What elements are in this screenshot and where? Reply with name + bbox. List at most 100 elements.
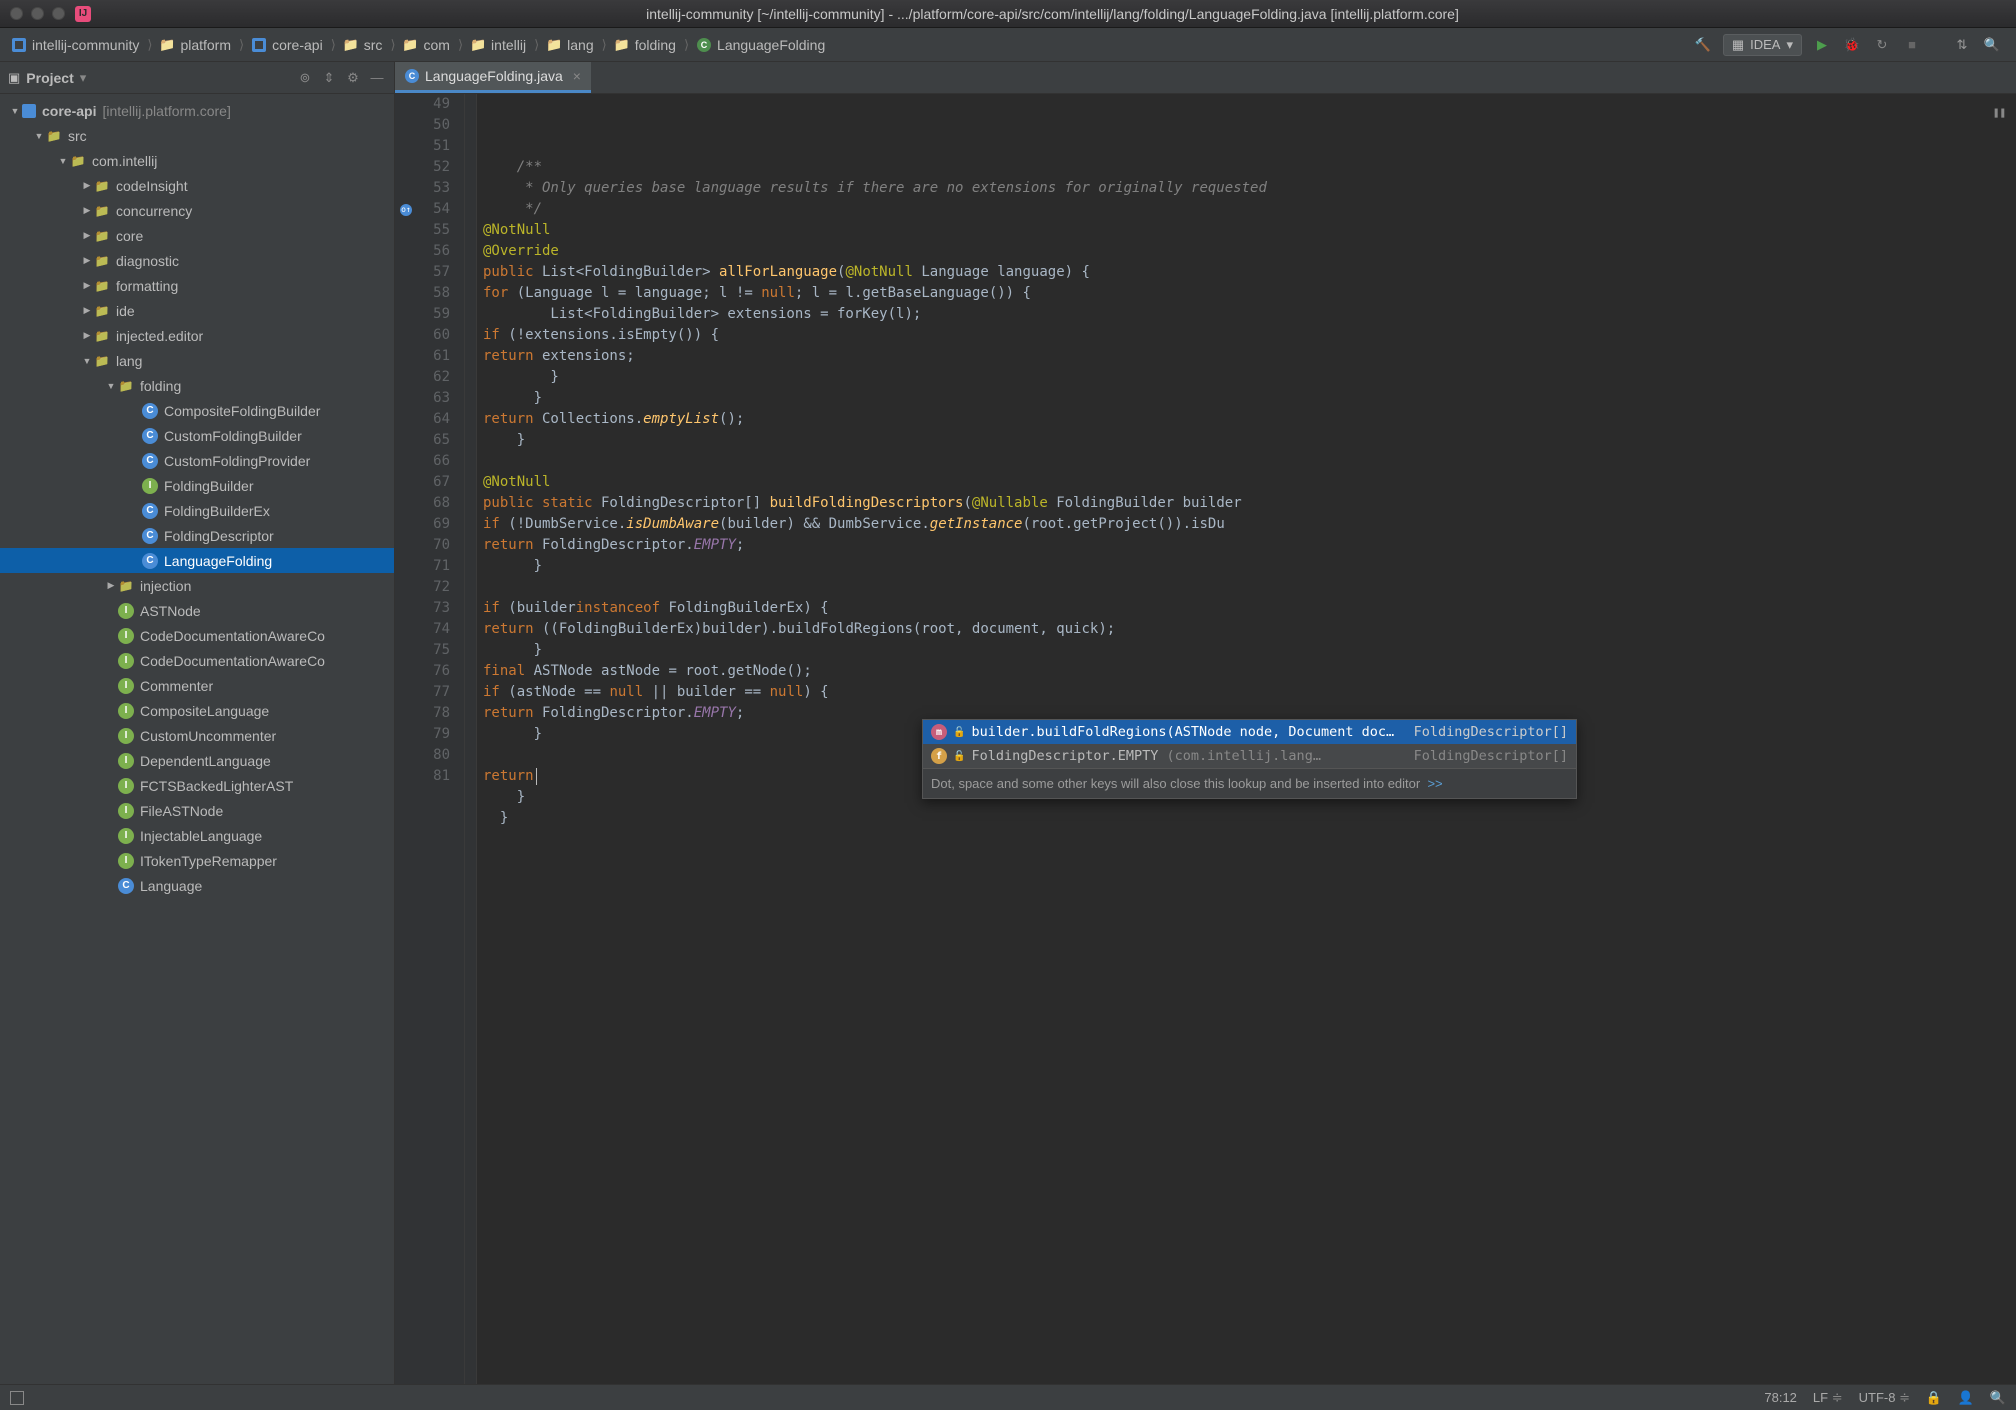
fold-mark[interactable] (465, 346, 476, 367)
fold-mark[interactable] (465, 115, 476, 136)
code-line[interactable]: } (483, 367, 2016, 388)
code-line[interactable]: */ (483, 199, 2016, 220)
locate-icon[interactable]: ⊚ (296, 69, 314, 87)
search-everywhere-button[interactable]: 🔍 (1982, 35, 2002, 55)
code-line[interactable]: return FoldingDescriptor.EMPTY; (483, 535, 2016, 556)
override-icon[interactable]: o↑ (400, 204, 412, 216)
close-tab-icon[interactable]: × (569, 68, 581, 84)
code-line[interactable]: final ASTNode astNode = root.getNode(); (483, 661, 2016, 682)
code-line[interactable]: return ((FoldingBuilderEx)builder).build… (483, 619, 2016, 640)
tree-row[interactable]: core (0, 223, 394, 248)
lock-icon[interactable]: 🔒 (1926, 1390, 1942, 1406)
tree-row[interactable]: injection (0, 573, 394, 598)
fold-mark[interactable] (465, 598, 476, 619)
tree-row[interactable]: folding (0, 373, 394, 398)
tree-row[interactable]: ICommenter (0, 673, 394, 698)
code-line[interactable]: for (Language l = language; l != null; l… (483, 283, 2016, 304)
code-line[interactable]: @Override (483, 241, 2016, 262)
tree-arrow[interactable] (80, 230, 94, 241)
tree-row[interactable]: ide (0, 298, 394, 323)
completion-hint-link[interactable]: >> (1427, 776, 1442, 791)
tree-arrow[interactable] (80, 180, 94, 191)
code-line[interactable]: public static FoldingDescriptor[] buildF… (483, 493, 2016, 514)
fold-mark[interactable] (465, 409, 476, 430)
fold-mark[interactable] (465, 388, 476, 409)
fold-mark[interactable] (465, 619, 476, 640)
tree-arrow[interactable] (80, 280, 94, 291)
code-line[interactable]: } (483, 430, 2016, 451)
code-line[interactable]: return extensions; (483, 346, 2016, 367)
tree-row[interactable]: IITokenTypeRemapper (0, 848, 394, 873)
tool-windows-icon[interactable] (10, 1391, 24, 1405)
tree-row[interactable]: IDependentLanguage (0, 748, 394, 773)
minimize-panel-icon[interactable]: — (368, 69, 386, 87)
breadcrumb-item[interactable]: folding (609, 35, 682, 55)
code-line[interactable]: } (483, 388, 2016, 409)
code-line[interactable]: @NotNull (483, 472, 2016, 493)
tree-row[interactable]: CCompositeFoldingBuilder (0, 398, 394, 423)
code-line[interactable]: if (!DumbService.isDumbAware(builder) &&… (483, 514, 2016, 535)
fold-mark[interactable] (465, 283, 476, 304)
breadcrumb-item[interactable]: lang (541, 35, 599, 55)
tree-row[interactable]: injected.editor (0, 323, 394, 348)
tree-arrow[interactable] (104, 580, 118, 591)
fold-mark[interactable] (465, 304, 476, 325)
tree-arrow[interactable] (8, 106, 22, 116)
gear-icon[interactable]: ⚙ (344, 69, 362, 87)
fold-mark[interactable] (465, 661, 476, 682)
fold-mark[interactable] (465, 367, 476, 388)
fold-mark[interactable] (465, 241, 476, 262)
gutter[interactable]: o↑ 4950515253545556575859606162636465666… (395, 94, 465, 1384)
completion-item[interactable]: m🔓builder.buildFoldRegions(ASTNode node,… (923, 720, 1576, 744)
tree-row[interactable]: formatting (0, 273, 394, 298)
fold-mark[interactable] (465, 325, 476, 346)
tree-row[interactable]: concurrency (0, 198, 394, 223)
fold-mark[interactable] (465, 178, 476, 199)
stop-button[interactable]: ■ (1902, 35, 1922, 55)
fold-mark[interactable] (465, 556, 476, 577)
tree-row[interactable]: CLanguage (0, 873, 394, 898)
code-line[interactable]: return Collections.emptyList(); (483, 409, 2016, 430)
breadcrumb-item[interactable]: platform (154, 35, 237, 55)
code-line[interactable] (483, 451, 2016, 472)
tree-row[interactable]: CFoldingDescriptor (0, 523, 394, 548)
breadcrumb[interactable]: intellij-communityplatformcore-apisrccom… (6, 35, 1693, 55)
tree-arrow[interactable] (80, 305, 94, 316)
code-line[interactable]: } (483, 640, 2016, 661)
completion-item[interactable]: f🔓FoldingDescriptor.EMPTY (com.intellij.… (923, 744, 1576, 768)
tree-row[interactable]: diagnostic (0, 248, 394, 273)
code-line[interactable]: @NotNull (483, 220, 2016, 241)
chevron-down-icon[interactable]: ▾ (80, 70, 87, 86)
fold-mark[interactable] (465, 220, 476, 241)
tree-row[interactable]: IInjectableLanguage (0, 823, 394, 848)
tree-row[interactable]: core-api[intellij.platform.core] (0, 98, 394, 123)
fold-mark[interactable] (465, 640, 476, 661)
project-title[interactable]: Project (26, 70, 73, 86)
breadcrumb-item[interactable]: intellij (465, 35, 532, 55)
fold-mark[interactable] (465, 745, 476, 766)
code-line[interactable]: if (!extensions.isEmpty()) { (483, 325, 2016, 346)
fold-mark[interactable] (465, 682, 476, 703)
inspections-pause-icon[interactable]: ❚❚ (1993, 102, 2006, 123)
breadcrumb-item[interactable]: src (338, 35, 389, 55)
breadcrumb-item[interactable]: CLanguageFolding (691, 35, 831, 55)
tree-arrow[interactable] (80, 205, 94, 216)
tree-row[interactable]: IFileASTNode (0, 798, 394, 823)
line-ending[interactable]: LF ≑ (1813, 1390, 1843, 1406)
fold-mark[interactable] (465, 94, 476, 115)
fold-mark[interactable] (465, 472, 476, 493)
tree-row[interactable]: CCustomFoldingBuilder (0, 423, 394, 448)
caret-position[interactable]: 78:12 (1764, 1390, 1797, 1405)
breadcrumb-item[interactable]: core-api (246, 35, 329, 55)
editor-body[interactable]: o↑ 4950515253545556575859606162636465666… (395, 94, 2016, 1384)
tree-row[interactable]: lang (0, 348, 394, 373)
tree-row[interactable]: ICompositeLanguage (0, 698, 394, 723)
fold-mark[interactable] (465, 724, 476, 745)
fold-mark[interactable] (465, 136, 476, 157)
tree-row[interactable]: codeInsight (0, 173, 394, 198)
tree-row[interactable]: ICodeDocumentationAwareCo (0, 623, 394, 648)
encoding[interactable]: UTF-8 ≑ (1859, 1390, 1910, 1406)
maximize-window-button[interactable] (52, 7, 65, 20)
code-line[interactable]: if (builder instanceof FoldingBuilderEx)… (483, 598, 2016, 619)
close-window-button[interactable] (10, 7, 23, 20)
